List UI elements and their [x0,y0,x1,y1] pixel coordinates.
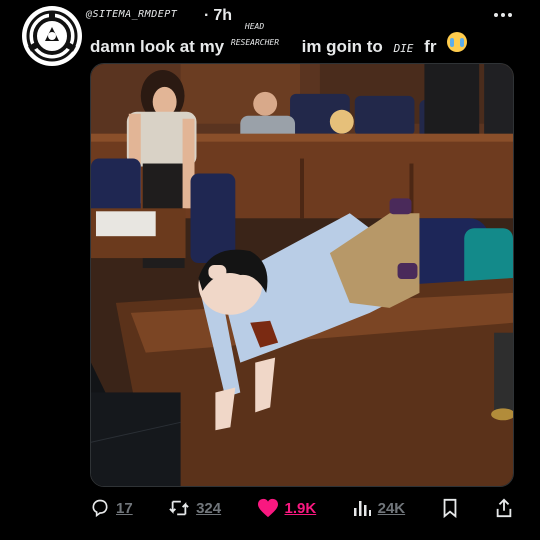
reply-count: 17 [116,499,133,517]
views-icon [353,501,371,516]
share-icon [496,498,512,518]
time-value: 7h [213,7,232,24]
share-button[interactable] [494,498,514,518]
bookmark-icon [443,498,456,518]
retweet-icon [169,500,189,516]
handwritten-insert: HEAD RESEARCHER [230,22,295,52]
time-separator: · [204,7,210,24]
tweet-text-part1: damn look at my [90,37,225,56]
tweet-text: damn look at my HEAD RESEARCHER im goin … [90,22,468,57]
handwritten-head: HEAD [244,22,265,31]
courtroom-meme-image [91,64,513,486]
more-horizontal-icon[interactable] [493,8,513,22]
username[interactable]: @SITEMA_RMDEPT [86,9,177,20]
like-count: 1.9K [284,499,317,517]
reply-icon [92,499,108,518]
retweet-count: 324 [196,499,222,517]
like-button[interactable]: 1.9K [257,498,317,518]
tweet-text-part3: fr [424,37,437,56]
tweet-text-part2: im goin to [301,37,383,56]
timestamp[interactable]: · 7h [204,7,232,25]
views-button[interactable]: 24K [352,498,406,518]
tweet-media[interactable] [90,63,514,487]
action-bar: 17 324 1.9K 24K [90,496,514,520]
heart-icon [257,498,278,518]
retweet-button[interactable]: 324 [168,498,221,518]
handwritten-die: DIE [393,42,414,55]
reply-button[interactable]: 17 [90,498,133,518]
views-count: 24K [377,499,406,517]
scp-logo-icon [26,10,78,62]
bookmark-button[interactable] [441,498,459,518]
avatar[interactable] [22,6,82,66]
handwritten-researcher: RESEARCHER [230,38,280,47]
loudly-crying-face-emoji [447,32,468,52]
